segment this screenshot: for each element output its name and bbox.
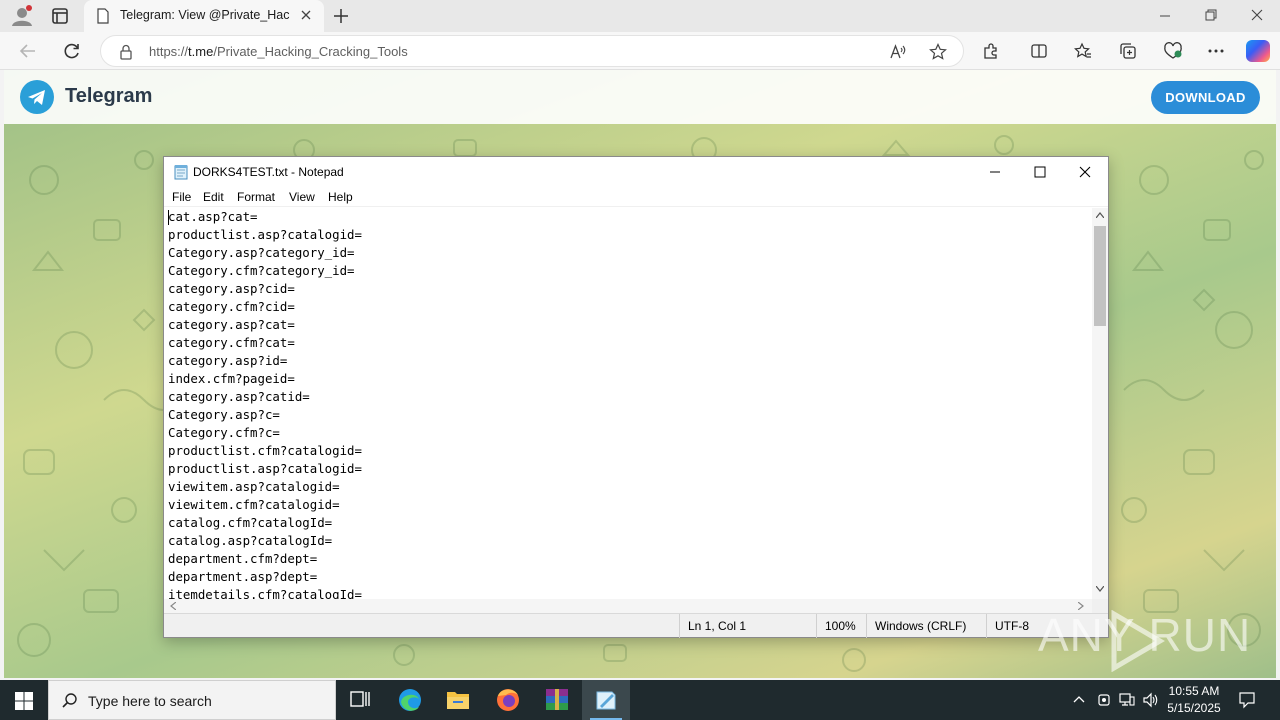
lock-icon[interactable] xyxy=(119,44,133,60)
search-placeholder: Type here to search xyxy=(88,693,212,709)
firefox-icon[interactable] xyxy=(484,680,532,720)
network-icon[interactable] xyxy=(1118,692,1136,708)
copilot-icon[interactable] xyxy=(1246,40,1270,62)
text-line: category.asp?id= xyxy=(168,353,288,368)
minimize-icon[interactable] xyxy=(1158,8,1172,22)
favorite-star-icon[interactable] xyxy=(929,43,947,61)
browser-tab-bar: Telegram: View @Private_Hacking_Cracking… xyxy=(0,0,1280,32)
text-line: department.asp?dept= xyxy=(168,569,318,584)
notepad-menu-bar: File Edit Format View Help xyxy=(164,187,1108,207)
notepad-title: DORKS4TEST.txt - Notepad xyxy=(193,165,344,179)
menu-help[interactable]: Help xyxy=(328,190,353,204)
status-position: Ln 1, Col 1 xyxy=(679,614,816,638)
text-line: category.cfm?cid= xyxy=(168,299,295,314)
page-icon xyxy=(96,8,110,24)
windows-taskbar: Type here to search 10:55 AM 5/15/2025 xyxy=(0,680,1280,720)
text-caret xyxy=(168,210,169,225)
restore-icon[interactable] xyxy=(1204,8,1218,22)
text-line: cat.asp?cat= xyxy=(168,209,258,224)
browser-tab[interactable]: Telegram: View @Private_Hacking_Cracking… xyxy=(84,0,324,32)
vertical-scrollbar[interactable] xyxy=(1092,208,1108,599)
favorites-icon[interactable] xyxy=(1074,42,1092,60)
menu-file[interactable]: File xyxy=(172,190,191,204)
text-line: catalog.asp?catalogId= xyxy=(168,533,333,548)
scroll-down-icon[interactable] xyxy=(1096,586,1104,592)
notification-dot xyxy=(26,5,32,11)
notepad-app-icon xyxy=(173,164,189,180)
extensions-icon[interactable] xyxy=(982,42,1000,60)
browser-toolbar: https://t.me/Private_Hacking_Cracking_To… xyxy=(0,32,1280,70)
tab-actions-icon[interactable] xyxy=(48,6,72,26)
close-window-icon[interactable] xyxy=(1250,8,1264,22)
file-explorer-icon[interactable] xyxy=(434,680,482,720)
text-line: Category.asp?c= xyxy=(168,407,280,422)
notepad-text-area[interactable]: cat.asp?cat= productlist.asp?catalogid= … xyxy=(164,208,1092,599)
address-bar[interactable]: https://t.me/Private_Hacking_Cracking_To… xyxy=(100,35,964,67)
device-icon[interactable] xyxy=(1096,692,1112,708)
download-button[interactable]: DOWNLOAD xyxy=(1151,81,1260,114)
scroll-up-icon[interactable] xyxy=(1096,212,1104,218)
taskbar-clock[interactable]: 10:55 AM 5/15/2025 xyxy=(1160,683,1228,717)
text-lines: cat.asp?cat= productlist.asp?catalogid= … xyxy=(168,208,362,599)
clock-date: 5/15/2025 xyxy=(1167,701,1221,715)
notepad-close-icon[interactable] xyxy=(1078,165,1092,179)
text-line: viewitem.cfm?catalogid= xyxy=(168,497,340,512)
new-tab-icon[interactable] xyxy=(332,7,350,25)
search-icon xyxy=(61,692,79,710)
split-screen-icon[interactable] xyxy=(1030,42,1048,60)
notepad-taskbar-icon[interactable] xyxy=(582,680,630,720)
show-hidden-icons-icon[interactable] xyxy=(1072,692,1086,706)
telegram-header: Telegram DOWNLOAD xyxy=(4,70,1276,124)
close-tab-icon[interactable] xyxy=(300,9,312,21)
clock-time: 10:55 AM xyxy=(1168,684,1220,698)
status-line-ending: Windows (CRLF) xyxy=(866,614,986,638)
text-line: viewitem.asp?catalogid= xyxy=(168,479,340,494)
notepad-title-bar[interactable]: DORKS4TEST.txt - Notepad xyxy=(164,157,1108,187)
text-line: productlist.cfm?catalogid= xyxy=(168,443,362,458)
text-line: department.cfm?dept= xyxy=(168,551,318,566)
winrar-icon[interactable] xyxy=(533,680,581,720)
refresh-icon[interactable] xyxy=(62,42,82,60)
scrollbar-thumb[interactable] xyxy=(1094,226,1106,326)
more-menu-icon[interactable] xyxy=(1206,42,1226,60)
menu-format[interactable]: Format xyxy=(237,190,275,204)
text-line: category.cfm?cat= xyxy=(168,335,295,350)
task-view-icon[interactable] xyxy=(336,680,384,720)
telegram-logo-icon[interactable] xyxy=(20,80,54,114)
text-line: category.asp?cid= xyxy=(168,281,295,296)
text-line: Category.asp?category_id= xyxy=(168,245,355,260)
taskbar-search-box[interactable]: Type here to search xyxy=(48,680,336,720)
menu-edit[interactable]: Edit xyxy=(203,190,224,204)
text-line: index.cfm?pageid= xyxy=(168,371,295,386)
text-line: itemdetails.cfm?catalogId= xyxy=(168,587,362,599)
notepad-window: DORKS4TEST.txt - Notepad File Edit Forma… xyxy=(163,156,1109,638)
text-line: category.asp?catid= xyxy=(168,389,310,404)
telegram-brand[interactable]: Telegram xyxy=(65,85,152,108)
status-zoom: 100% xyxy=(816,614,866,638)
volume-icon[interactable] xyxy=(1142,692,1158,708)
notepad-minimize-icon[interactable] xyxy=(988,165,1002,179)
collections-icon[interactable] xyxy=(1119,42,1137,60)
back-icon[interactable] xyxy=(18,42,38,60)
text-line: Category.cfm?c= xyxy=(168,425,280,440)
text-line: productlist.asp?catalogid= xyxy=(168,461,362,476)
anyrun-play-icon xyxy=(1111,610,1165,672)
read-aloud-icon[interactable] xyxy=(889,43,907,61)
horizontal-scrollbar[interactable] xyxy=(164,599,1092,613)
tab-title: Telegram: View @Private_Hacking_Cracking… xyxy=(120,8,290,22)
edge-browser-icon[interactable] xyxy=(386,680,434,720)
text-line: Category.cfm?category_id= xyxy=(168,263,355,278)
notifications-icon[interactable] xyxy=(1238,691,1256,709)
browser-essentials-icon[interactable] xyxy=(1163,42,1183,60)
text-line: productlist.asp?catalogid= xyxy=(168,227,362,242)
notepad-maximize-icon[interactable] xyxy=(1033,165,1047,179)
text-line: category.asp?cat= xyxy=(168,317,295,332)
windows-start-icon[interactable] xyxy=(14,691,34,711)
url-text[interactable]: https://t.me/Private_Hacking_Cracking_To… xyxy=(149,44,408,59)
menu-view[interactable]: View xyxy=(289,190,315,204)
scroll-left-icon[interactable] xyxy=(170,602,176,610)
text-line: catalog.cfm?catalogId= xyxy=(168,515,333,530)
notepad-status-bar: Ln 1, Col 1 100% Windows (CRLF) UTF-8 xyxy=(164,613,1108,638)
